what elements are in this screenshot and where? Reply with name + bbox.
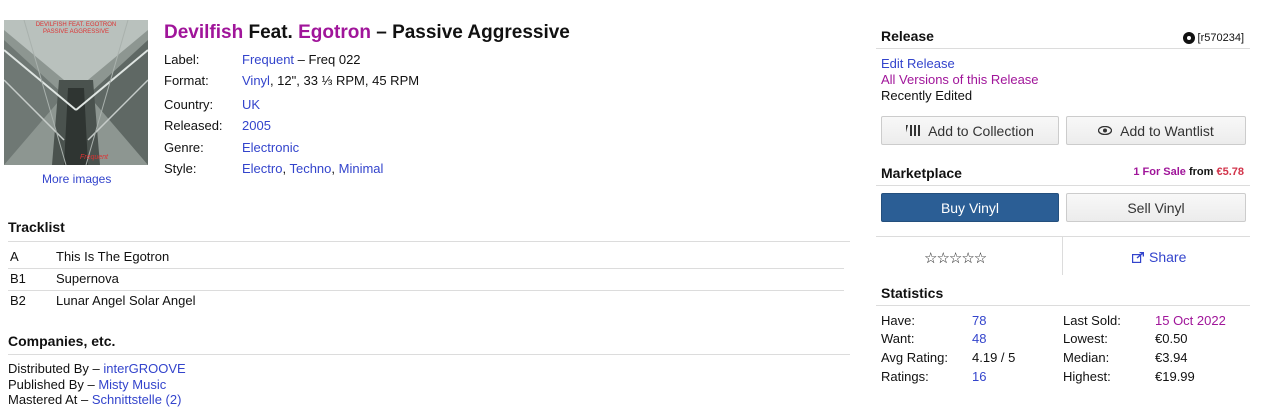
stat-last-sold-label: Last Sold: [1063,313,1121,328]
marketplace-heading: Marketplace [881,165,962,181]
stat-last-sold-value[interactable]: 15 Oct 2022 [1155,313,1226,328]
add-to-collection-button[interactable]: Add to Collection [881,116,1059,145]
collection-icon [906,125,921,136]
catalog-number: – Freq 022 [294,52,361,67]
info-label-format: Format: [164,73,209,88]
track-title: This Is The Egotron [56,249,170,264]
lowest-price: €5.78 [1216,166,1244,178]
label-link[interactable]: Frequent [242,52,294,67]
share-button[interactable]: Share [1132,249,1186,265]
stat-want-value[interactable]: 48 [972,331,986,346]
vinyl-disc-icon [1182,32,1195,44]
released-link[interactable]: 2005 [242,118,271,133]
company-row: Published By – Misty Music [8,377,166,392]
cover-logo-text: Frequent [79,154,108,161]
stat-median-value: €3.94 [1155,350,1188,365]
stat-avg-value: 4.19 / 5 [972,350,1016,365]
stat-avg-label: Avg Rating: [881,350,948,365]
track-row: A This Is The Egotron [8,246,844,268]
rating-share-divider [1062,237,1063,275]
company-row: Distributed By – interGROOVE [8,361,186,376]
tracklist-heading: Tracklist [8,219,65,235]
style-link-minimal[interactable]: Minimal [339,161,384,176]
company-role: Distributed By – [8,361,104,376]
artist-link-egotron[interactable]: Egotron [298,22,371,43]
add-to-wantlist-button[interactable]: Add to Wantlist [1066,116,1246,145]
all-versions-link[interactable]: All Versions of this Release [881,72,1039,87]
add-to-collection-label: Add to Collection [928,122,1034,139]
info-label-genre: Genre: [164,140,204,155]
style-link-techno[interactable]: Techno [289,161,331,176]
release-id: [r570234] [1182,32,1244,44]
stat-want-label: Want: [881,331,915,346]
track-position: B1 [10,271,26,286]
stat-lowest-label: Lowest: [1063,331,1108,346]
title-separator: – [370,22,393,43]
info-label-label: Label: [164,52,200,67]
stat-median-label: Median: [1063,350,1110,365]
buy-vinyl-button[interactable]: Buy Vinyl [881,193,1059,222]
buy-vinyl-label: Buy Vinyl [940,199,1000,216]
rating-stars[interactable]: ☆☆☆☆☆ [924,249,987,267]
artist-link-devilfish[interactable]: Devilfish [164,22,243,43]
sell-vinyl-button[interactable]: Sell Vinyl [1066,193,1246,222]
companies-heading: Companies, etc. [8,333,116,349]
genre-link[interactable]: Electronic [242,140,299,155]
company-role: Mastered At – [8,392,92,407]
tracklist-divider [8,241,850,242]
info-label-country: Country: [164,97,214,112]
track-position: B2 [10,293,26,308]
more-images-link[interactable]: More images [42,172,111,186]
company-link[interactable]: interGROOVE [103,361,185,376]
info-label-released: Released: [164,118,223,133]
release-heading: Release [881,28,934,44]
country-link[interactable]: UK [242,97,260,112]
recently-edited-text: Recently Edited [881,88,973,103]
cover-top-text: DEVILFISH FEAT. EGOTRON PASSIVE AGGRESSI… [35,22,117,35]
stat-highest-label: Highest: [1063,369,1111,384]
stat-ratings-label: Ratings: [881,369,929,384]
title-feat: Feat. [243,22,299,43]
share-label: Share [1149,249,1187,265]
company-role: Published By – [8,377,99,392]
add-to-wantlist-label: Add to Wantlist [1120,122,1214,139]
track-row: B2 Lunar Angel Solar Angel [8,290,844,312]
right-sidebar: Release [r570234] Edit Release All Versi… [876,0,1250,409]
style-link-electro[interactable]: Electro [242,161,282,176]
release-divider [876,48,1250,49]
track-row: B1 Supernova [8,268,844,290]
track-title: Lunar Angel Solar Angel [56,293,196,308]
companies-divider [8,354,850,355]
sell-vinyl-label: Sell Vinyl [1127,199,1185,216]
stat-lowest-value: €0.50 [1155,331,1188,346]
format-link[interactable]: Vinyl [242,73,270,88]
track-position: A [10,249,19,264]
marketplace-divider [876,185,1250,186]
release-id-text: [r570234] [1197,32,1244,44]
statistics-divider [876,305,1250,306]
company-link[interactable]: Misty Music [98,377,166,392]
track-title: Supernova [56,271,119,286]
share-icon [1132,251,1144,263]
cover-image[interactable]: DEVILFISH FEAT. EGOTRON PASSIVE AGGRESSI… [4,20,148,165]
cover-artwork [4,20,148,165]
release-name: Passive Aggressive [392,22,570,43]
company-row: Mastered At – Schnittstelle (2) [8,392,181,407]
for-sale-link[interactable]: 1 For Sale [1133,166,1186,178]
from-text: from [1185,166,1217,178]
for-sale-info: 1 For Sale from €5.78 [1133,166,1244,178]
eye-icon [1098,126,1113,135]
info-label-style: Style: [164,161,197,176]
stat-have-value[interactable]: 78 [972,313,986,328]
statistics-heading: Statistics [881,285,944,301]
company-link[interactable]: Schnittstelle (2) [92,392,182,407]
release-title: Devilfish Feat. Egotron – Passive Aggres… [164,22,570,44]
stat-have-label: Have: [881,313,915,328]
format-details: , 12", 33 ⅓ RPM, 45 RPM [269,73,420,88]
rating-divider-top [876,236,1250,237]
edit-release-link[interactable]: Edit Release [881,56,955,71]
stat-highest-value: €19.99 [1155,369,1195,384]
stat-ratings-value[interactable]: 16 [972,369,986,384]
